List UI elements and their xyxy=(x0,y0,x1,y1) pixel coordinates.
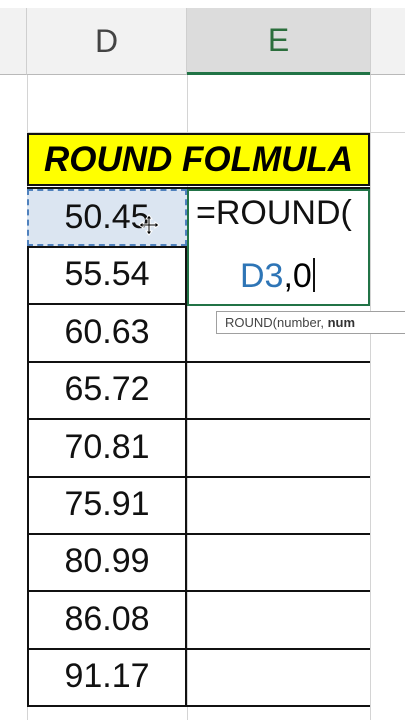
formula-rest: ,0 xyxy=(283,257,312,295)
column-header-f[interactable] xyxy=(370,8,405,75)
column-header-d[interactable]: D xyxy=(27,8,187,75)
value-cell[interactable]: 80.99 xyxy=(27,533,187,590)
function-tooltip[interactable]: ROUND(number, num xyxy=(216,311,405,334)
top-strip xyxy=(0,0,405,8)
formula-line-1: =ROUND( xyxy=(196,194,352,232)
value-cell[interactable]: 75.91 xyxy=(27,476,187,533)
text-caret xyxy=(312,258,315,292)
gridline xyxy=(370,75,371,720)
title-cell[interactable]: ROUND FOLMULA xyxy=(27,133,370,186)
selected-cell[interactable]: 50.45 xyxy=(27,189,187,246)
cell-reference: D3 xyxy=(240,257,284,295)
value-cell[interactable]: 91.17 xyxy=(27,648,187,705)
value-cell[interactable]: 55.54 xyxy=(27,246,187,303)
column-header-e[interactable]: E xyxy=(187,8,370,75)
gridline xyxy=(27,705,370,707)
tooltip-prefix: ROUND(number, xyxy=(225,315,328,330)
value-cell[interactable]: 65.72 xyxy=(27,361,187,418)
value-cell[interactable]: 86.08 xyxy=(27,591,187,648)
value-cell[interactable]: 60.63 xyxy=(27,304,187,361)
value-cell[interactable]: 70.81 xyxy=(27,419,187,476)
tooltip-bold-arg: num xyxy=(327,315,356,330)
row-header-column[interactable] xyxy=(0,8,27,75)
move-cursor-icon xyxy=(138,214,160,236)
formula-line-2: D3,0 xyxy=(240,257,315,296)
